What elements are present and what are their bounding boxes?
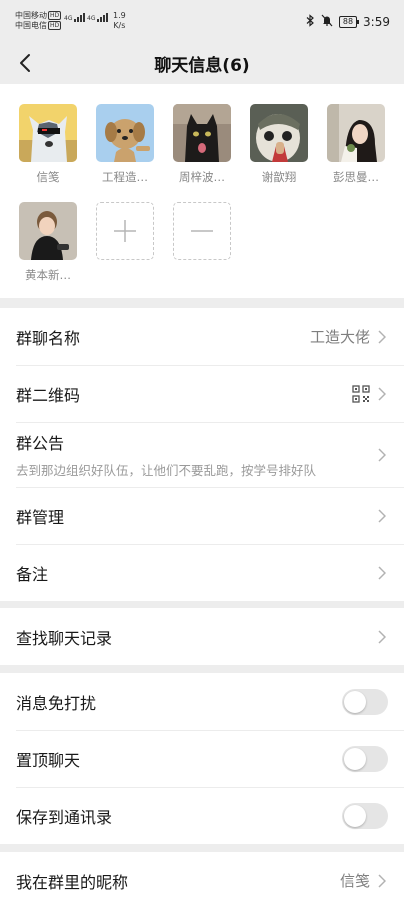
pin-toggle[interactable] — [342, 745, 388, 772]
group-settings-section: 群聊名称 工造大佬 群二维码 群公告 去到那边组织好队伍，让他们不要乱跑，按学号… — [0, 308, 404, 601]
group-name-value: 工造大佬 — [309, 328, 370, 346]
group-manage-row[interactable]: 群管理 — [0, 487, 404, 544]
nickname-section: 我在群里的昵称 信笺 — [0, 852, 404, 899]
add-member-button[interactable] — [96, 202, 154, 260]
member-item[interactable]: 信笺 — [19, 104, 77, 185]
member-grid: 信笺 工程造… 周梓波… 谢歆翔 彭思曼… 黄本新… — [0, 84, 404, 298]
chevron-right-icon — [378, 386, 388, 402]
member-item[interactable]: 工程造… — [96, 104, 154, 185]
nickname-label: 我在群里的昵称 — [16, 872, 129, 892]
hd-badge-2: HD — [48, 21, 62, 30]
save-contacts-toggle[interactable] — [342, 802, 388, 829]
member-name: 黄本新… — [25, 268, 71, 282]
signal-1-icon: 4G — [64, 13, 86, 22]
speed-unit: K/s — [113, 21, 126, 30]
bluetooth-icon — [306, 14, 315, 30]
group-manage-label: 群管理 — [16, 507, 65, 527]
mute-bell-icon — [321, 14, 333, 30]
group-notice-row[interactable]: 群公告 去到那边组织好队伍，让他们不要乱跑，按学号排好队 — [0, 422, 404, 487]
pin-label: 置顶聊天 — [16, 750, 81, 770]
chevron-right-icon — [378, 447, 388, 463]
member-item[interactable]: 彭思曼… — [327, 104, 385, 185]
toddler-photo-avatar — [19, 202, 77, 260]
remark-row[interactable]: 备注 — [0, 544, 404, 601]
group-name-row[interactable]: 群聊名称 工造大佬 — [0, 308, 404, 365]
mute-label: 消息免打扰 — [16, 693, 97, 713]
save-contacts-row: 保存到通讯录 — [0, 787, 404, 844]
group-notice-text: 去到那边组织好队伍，让他们不要乱跑，按学号排好队 — [16, 463, 317, 478]
member-name: 工程造… — [102, 170, 148, 184]
qr-code-icon — [352, 384, 370, 403]
group-qr-row[interactable]: 群二维码 — [0, 365, 404, 422]
remark-label: 备注 — [16, 564, 49, 584]
chevron-right-icon — [378, 329, 388, 345]
black-cat-avatar — [173, 104, 231, 162]
chevron-right-icon — [378, 508, 388, 524]
remove-member-button[interactable] — [173, 202, 231, 260]
girl-photo-avatar — [327, 104, 385, 162]
member-item[interactable]: 周梓波… — [173, 104, 231, 185]
search-section: 查找聊天记录 — [0, 608, 404, 665]
toggle-section: 消息免打扰 置顶聊天 保存到通讯录 — [0, 673, 404, 844]
husky-meme-avatar — [19, 104, 77, 162]
header: 聊天信息(6) — [0, 42, 404, 84]
carrier-2: 中国电信 — [15, 21, 47, 30]
status-bar: 中国移动 HD 中国电信 HD 4G 4G 1.9 K/s 88 3:59 — [0, 0, 404, 42]
network-type-2: 4G — [87, 15, 96, 22]
chevron-right-icon — [378, 629, 388, 645]
search-history-row[interactable]: 查找聊天记录 — [0, 608, 404, 665]
clock: 3:59 — [363, 15, 390, 29]
cartoon-dog-avatar — [96, 104, 154, 162]
group-notice-label: 群公告 — [16, 434, 65, 453]
nickname-value: 信笺 — [339, 872, 370, 890]
nickname-row[interactable]: 我在群里的昵称 信笺 — [0, 852, 404, 899]
group-name-label: 群聊名称 — [16, 328, 81, 348]
member-name: 周梓波… — [179, 170, 225, 184]
battery-icon: 88 — [338, 16, 360, 28]
member-name: 彭思曼… — [333, 170, 379, 184]
network-speed: 1.9 K/s — [113, 11, 126, 31]
chevron-right-icon — [378, 873, 388, 889]
masked-figure-avatar — [250, 104, 308, 162]
member-name: 信笺 — [36, 170, 60, 184]
save-contacts-label: 保存到通讯录 — [16, 807, 113, 827]
network-type-1: 4G — [64, 15, 73, 22]
hd-badge-1: HD — [48, 11, 62, 20]
minus-icon — [191, 230, 213, 232]
speed-value: 1.9 — [113, 11, 126, 20]
signal-2-icon: 4G — [87, 13, 109, 22]
mute-row: 消息免打扰 — [0, 673, 404, 730]
carrier-info: 中国移动 HD 中国电信 HD — [15, 11, 62, 31]
group-qr-label: 群二维码 — [16, 385, 81, 405]
search-history-label: 查找聊天记录 — [16, 628, 113, 648]
carrier-1: 中国移动 — [15, 11, 47, 20]
pin-row: 置顶聊天 — [0, 730, 404, 787]
page-title: 聊天信息(6) — [154, 56, 250, 76]
chevron-right-icon — [378, 565, 388, 581]
mute-toggle[interactable] — [342, 688, 388, 715]
member-item[interactable]: 黄本新… — [19, 202, 77, 283]
plus-icon — [114, 220, 136, 242]
member-name: 谢歆翔 — [261, 170, 297, 184]
member-item[interactable]: 谢歆翔 — [250, 104, 308, 185]
